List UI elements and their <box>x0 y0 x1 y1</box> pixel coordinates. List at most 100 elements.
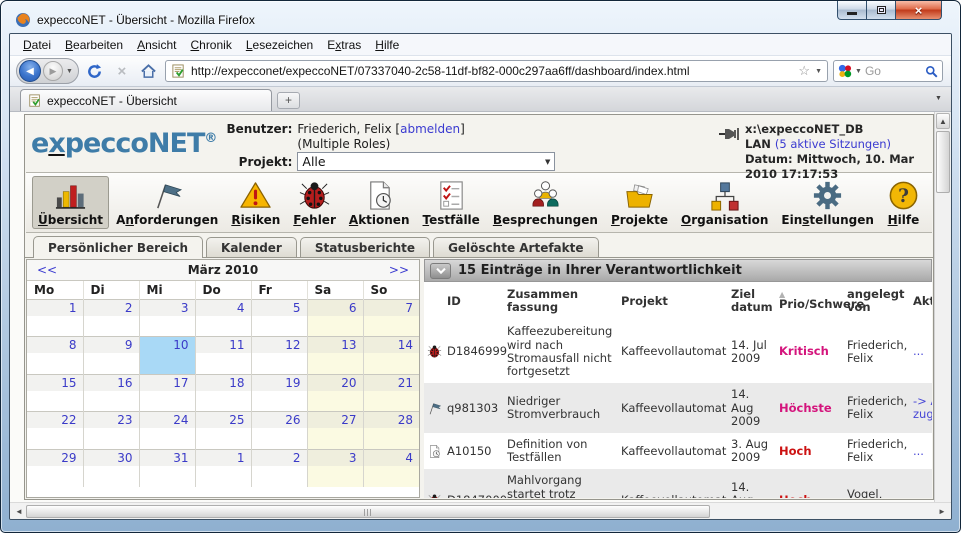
tab-gelöschte-artefakte[interactable]: Gelöschte Artefakte <box>433 237 598 257</box>
toolbar-item-besprechungen[interactable]: Besprechungen <box>487 176 604 229</box>
maximize-button[interactable] <box>867 1 896 20</box>
reload-button[interactable] <box>84 60 106 82</box>
toolbar-item-testfälle[interactable]: Testfälle <box>417 176 486 229</box>
column-header-ziel[interactable]: Ziel datum <box>728 282 776 320</box>
toolbar-item-übersicht[interactable]: Übersicht <box>32 176 109 229</box>
url-text[interactable]: http://expecconet/expeccoNET/07337040-2c… <box>191 64 793 78</box>
calendar-day[interactable]: 12 <box>251 337 307 354</box>
project-select[interactable]: Alle ▼ <box>297 152 555 171</box>
magnifier-icon[interactable] <box>925 65 938 78</box>
calendar-day[interactable]: 28 <box>363 412 419 429</box>
tab-persönlicher-bereich[interactable]: Persönlicher Bereich <box>33 236 203 258</box>
column-header-projekt[interactable]: Projekt <box>618 282 728 320</box>
calendar-day[interactable]: 21 <box>363 374 419 391</box>
close-button[interactable]: × <box>896 1 942 20</box>
toolbar-item-fehler[interactable]: Fehler <box>287 176 342 229</box>
column-header-angelegt[interactable]: angelegt von <box>844 282 910 320</box>
menu-chronik[interactable]: Chronik <box>183 36 238 54</box>
calendar-day[interactable]: 25 <box>195 412 251 429</box>
entry-action-link[interactable]: ... <box>913 344 924 358</box>
calendar-day[interactable]: 10 <box>139 337 195 354</box>
url-dropdown-icon[interactable]: ▼ <box>815 68 822 75</box>
toolbar-item-einstellungen[interactable]: Einstellungen <box>775 176 879 229</box>
back-button[interactable]: ◀ <box>19 60 41 82</box>
minimize-button[interactable] <box>837 1 867 20</box>
calendar-day[interactable]: 6 <box>307 299 363 316</box>
calendar-day[interactable]: 5 <box>251 299 307 316</box>
stop-button[interactable]: × <box>111 60 133 82</box>
new-tab-button[interactable]: + <box>277 92 300 109</box>
calendar-day[interactable]: 20 <box>307 374 363 391</box>
calendar-day[interactable]: 17 <box>139 374 195 391</box>
column-header-zusammen[interactable]: Zusammen fassung <box>504 282 618 320</box>
calendar-day[interactable]: 4 <box>363 449 419 466</box>
calendar-day[interactable]: 3 <box>139 299 195 316</box>
calendar-day[interactable]: 23 <box>83 412 139 429</box>
calendar-day[interactable]: 2 <box>251 449 307 466</box>
tab-list-dropdown[interactable]: ▼ <box>930 90 947 108</box>
tab-kalender[interactable]: Kalender <box>206 237 297 257</box>
collapse-button[interactable] <box>430 263 451 279</box>
calendar-day[interactable]: 19 <box>251 374 307 391</box>
column-header-aktionen[interactable]: Aktionen <box>910 282 932 320</box>
menu-lesezeichen[interactable]: Lesezeichen <box>239 36 320 54</box>
calendar-day[interactable]: 1 <box>27 299 83 316</box>
calendar-day[interactable]: 7 <box>363 299 419 316</box>
entry-action-link[interactable]: ... <box>913 444 924 458</box>
home-button[interactable] <box>138 60 160 82</box>
toolbar-item-projekte[interactable]: Projekte <box>605 176 674 229</box>
menu-datei[interactable]: Datei <box>16 36 58 54</box>
search-box[interactable]: ▼ Go <box>833 60 943 82</box>
calendar-day[interactable]: 16 <box>83 374 139 391</box>
table-row[interactable]: D1847000Mahlvorgang startet trotz versto… <box>424 469 932 498</box>
toolbar-item-hilfe[interactable]: ?Hilfe <box>881 176 926 229</box>
browser-tab[interactable]: expeccoNET - Übersicht <box>20 89 272 111</box>
search-engine-dropdown-icon[interactable]: ▼ <box>855 68 862 75</box>
calendar-day[interactable]: 30 <box>83 449 139 466</box>
history-dropdown[interactable]: ▼ <box>63 68 76 75</box>
search-input[interactable]: Go <box>865 64 922 78</box>
column-header-id[interactable]: ID <box>444 282 504 320</box>
calendar-day[interactable]: 13 <box>307 337 363 354</box>
entry-action-link[interactable]: ... <box>913 493 924 498</box>
calendar-next-link[interactable]: >> <box>389 263 409 277</box>
entry-action-link[interactable]: -> A zuge <box>913 394 932 421</box>
bookmark-star-icon[interactable]: ☆ <box>798 63 810 79</box>
calendar-day[interactable]: 2 <box>83 299 139 316</box>
calendar-day[interactable]: 14 <box>363 337 419 354</box>
forward-button[interactable]: ▶ <box>43 61 63 81</box>
toolbar-item-organisation[interactable]: Organisation <box>675 176 774 229</box>
calendar-day[interactable]: 15 <box>27 374 83 391</box>
scroll-right-icon[interactable]: ► <box>935 507 949 516</box>
calendar-day[interactable]: 22 <box>27 412 83 429</box>
sessions-link[interactable]: (5 aktive Sitzungen) <box>775 137 891 151</box>
column-header-prio-schwere[interactable]: ▲Prio/Schwere <box>776 282 844 320</box>
calendar-day[interactable]: 29 <box>27 449 83 466</box>
calendar-day[interactable]: 4 <box>195 299 251 316</box>
table-row[interactable]: D1846999Kaffeezubereitung wird nach Stro… <box>424 320 932 383</box>
scroll-left-icon[interactable]: ◄ <box>12 507 26 516</box>
scroll-up-icon[interactable]: ▲ <box>936 113 950 129</box>
calendar-day[interactable]: 31 <box>139 449 195 466</box>
menu-hilfe[interactable]: Hilfe <box>368 36 406 54</box>
table-row[interactable]: A10150Definition von TestfällenKaffeevol… <box>424 433 932 469</box>
vertical-scrollbar[interactable]: ▲ <box>934 112 951 502</box>
toolbar-item-anforderungen[interactable]: Anforderungen <box>110 176 224 229</box>
calendar-day[interactable]: 3 <box>307 449 363 466</box>
calendar-day[interactable]: 26 <box>251 412 307 429</box>
calendar-day[interactable]: 24 <box>139 412 195 429</box>
horizontal-scrollbar[interactable]: ◄ ► <box>10 502 951 519</box>
horizontal-scroll-thumb[interactable] <box>26 505 710 518</box>
vertical-scroll-thumb[interactable] <box>936 131 950 193</box>
calendar-day[interactable]: 8 <box>27 337 83 354</box>
calendar-day[interactable]: 9 <box>83 337 139 354</box>
calendar-day[interactable]: 18 <box>195 374 251 391</box>
table-row[interactable]: q981303Niedriger StromverbrauchKaffeevol… <box>424 383 932 433</box>
logout-link[interactable]: abmelden <box>400 122 460 136</box>
tab-statusberichte[interactable]: Statusberichte <box>300 237 430 257</box>
toolbar-item-risiken[interactable]: Risiken <box>225 176 286 229</box>
toolbar-item-aktionen[interactable]: Aktionen <box>343 176 416 229</box>
calendar-prev-link[interactable]: << <box>37 263 57 277</box>
calendar-day[interactable]: 11 <box>195 337 251 354</box>
calendar-day[interactable]: 27 <box>307 412 363 429</box>
